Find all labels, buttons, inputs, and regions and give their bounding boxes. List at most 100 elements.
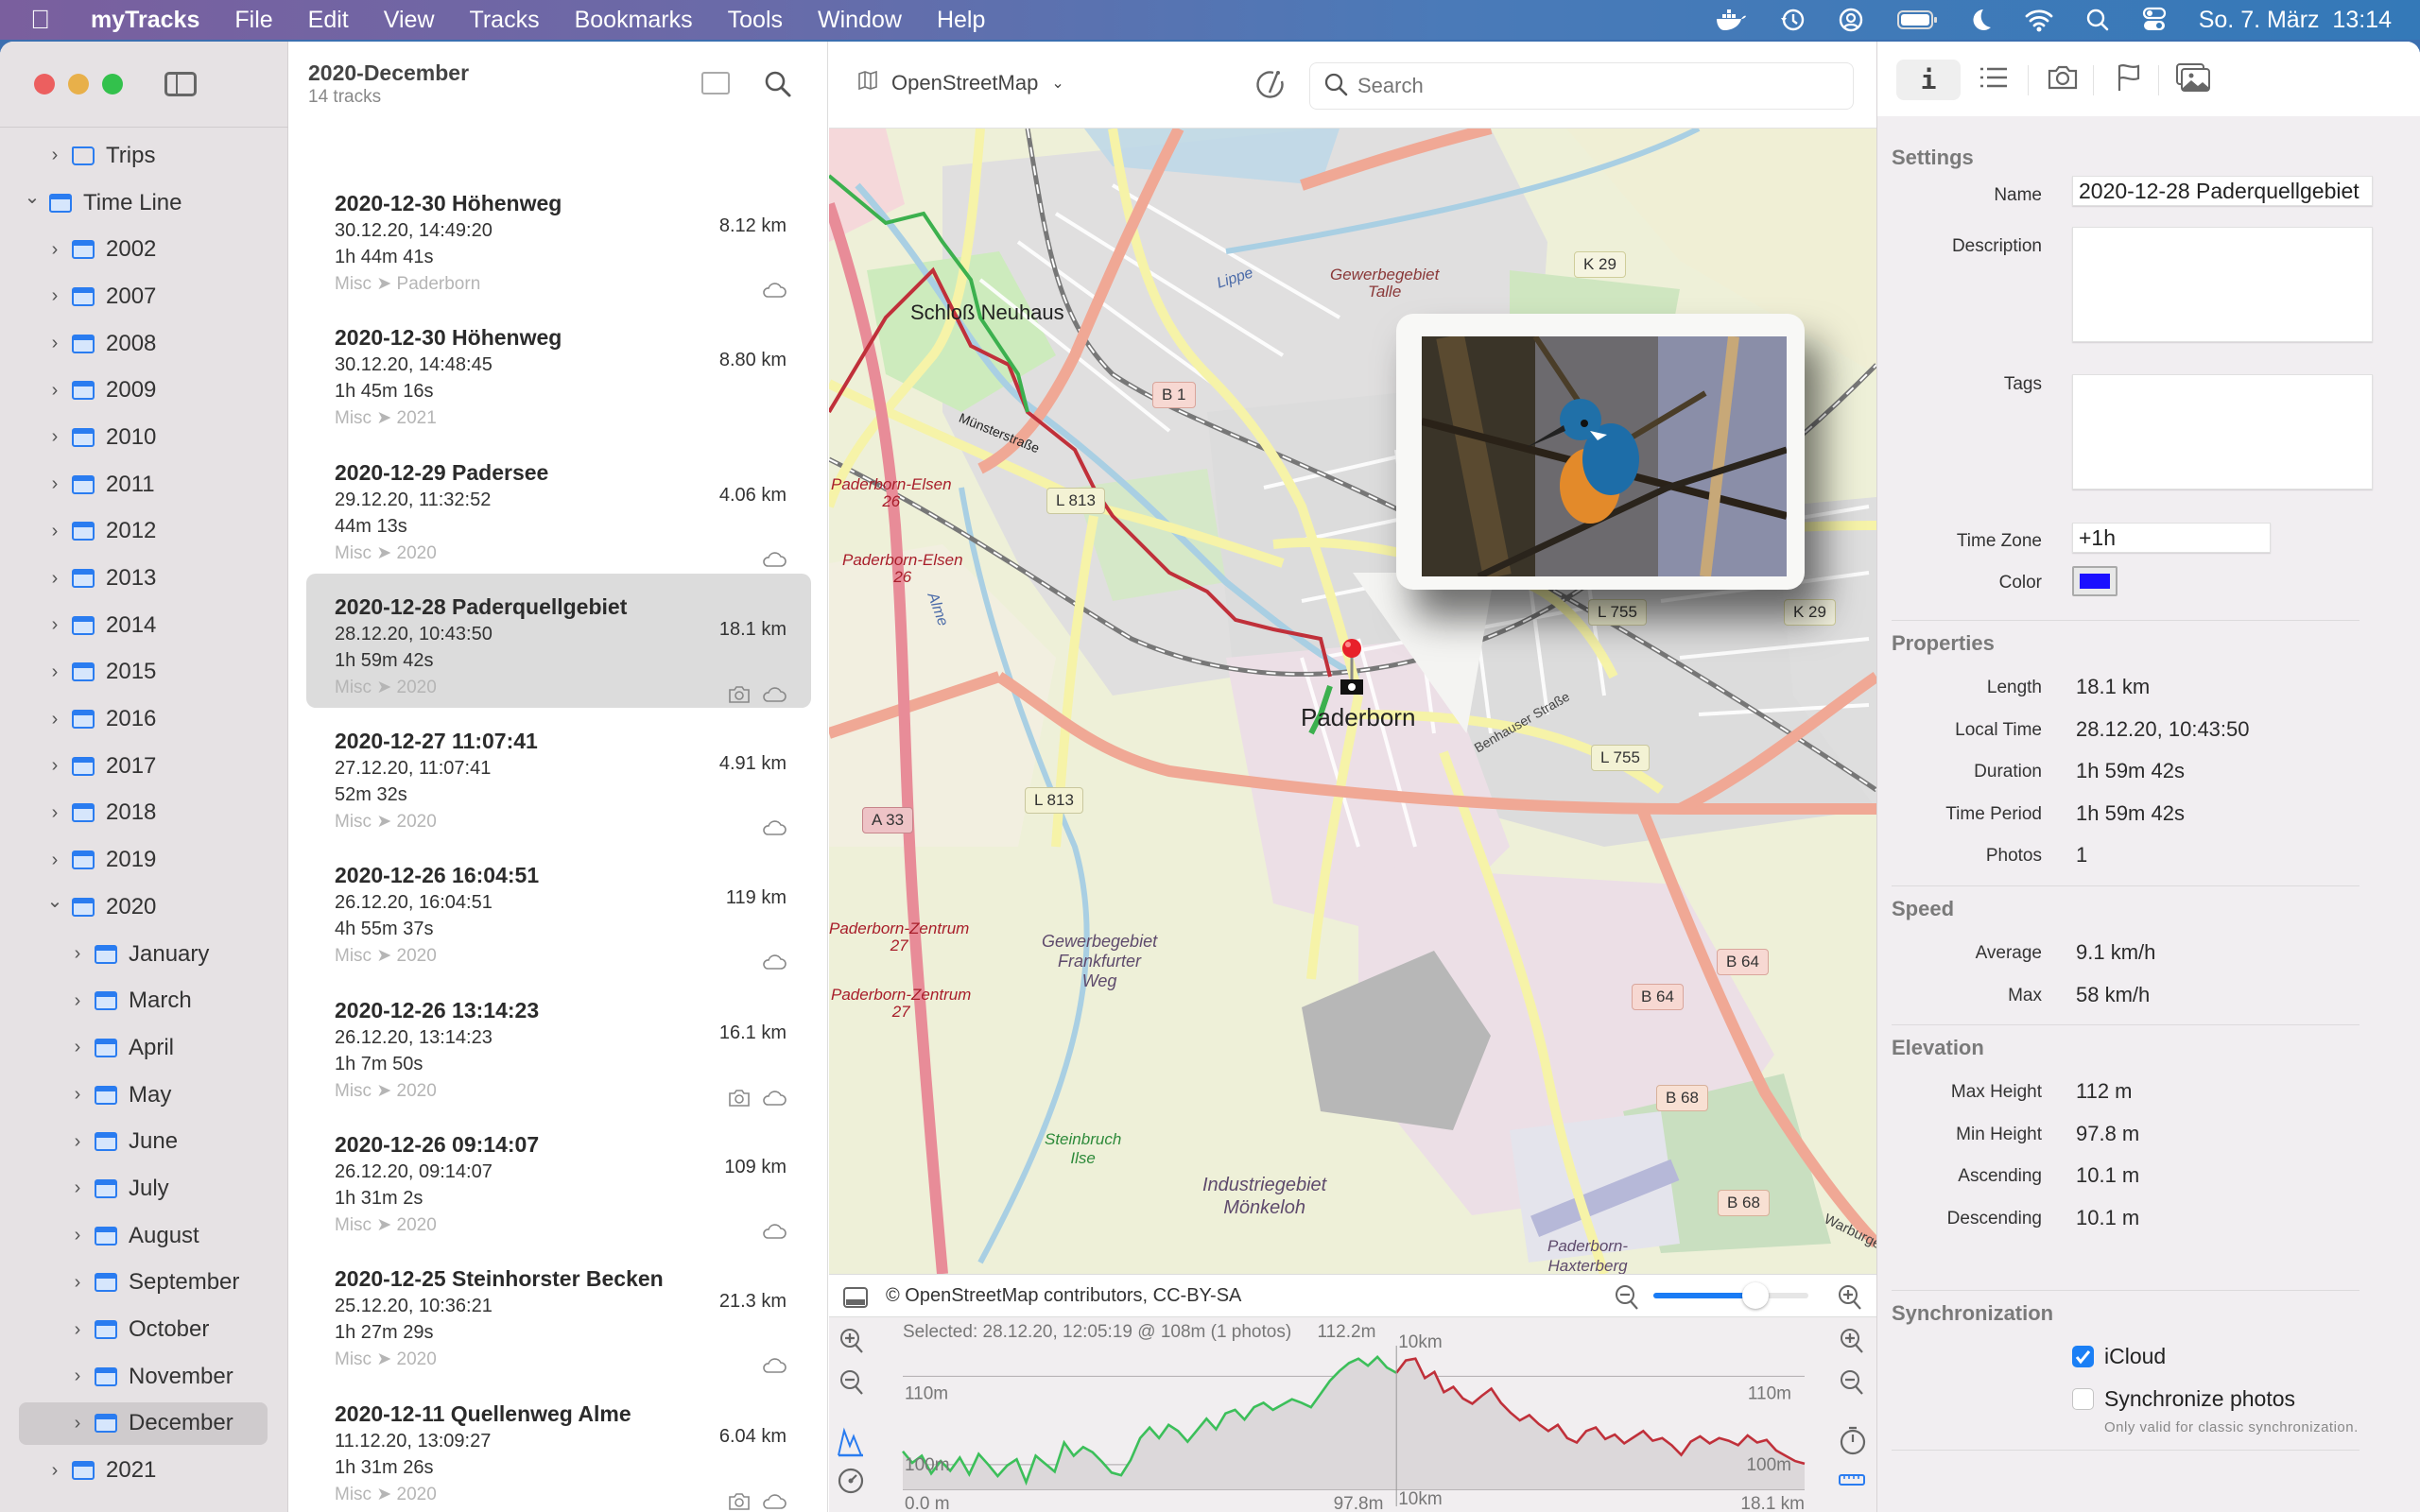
- map-view[interactable]: Schloß Neuhaus Paderborn Paderborn-Elsen…: [829, 129, 1876, 1274]
- track-list-item[interactable]: 2020-12-26 09:14:07 26.12.20, 09:14:07 1h …: [306, 1111, 811, 1246]
- control-center-icon[interactable]: [2142, 7, 2167, 33]
- track-list-item[interactable]: 2020-12-28 Paderquellgebiet 28.12.20, 10:…: [306, 573, 811, 709]
- color-well[interactable]: [2072, 566, 2118, 596]
- map-search-field[interactable]: [1309, 62, 1854, 110]
- photo-popup[interactable]: [1396, 314, 1805, 590]
- kingfisher-photo[interactable]: [1422, 336, 1787, 576]
- chevron-right-icon[interactable]: ›: [45, 850, 64, 871]
- zoom-in-icon[interactable]: [1837, 1283, 1863, 1316]
- chevron-right-icon[interactable]: ›: [45, 1460, 64, 1482]
- do-not-disturb-moon-icon[interactable]: [1970, 7, 1993, 33]
- sidebar-item-2007[interactable]: › 2007: [0, 273, 288, 320]
- sidebar-item-november[interactable]: › November: [0, 1353, 288, 1400]
- chevron-right-icon[interactable]: ›: [68, 1225, 87, 1246]
- sidebar-item-january[interactable]: › January: [0, 931, 288, 978]
- tab-waypoints[interactable]: [2097, 60, 2161, 100]
- chevron-right-icon[interactable]: ›: [68, 990, 87, 1012]
- chevron-right-icon[interactable]: ›: [45, 285, 64, 307]
- chevron-down-icon[interactable]: ⌄: [45, 889, 64, 913]
- chevron-right-icon[interactable]: ›: [45, 380, 64, 402]
- sidebar-item-july[interactable]: › July: [0, 1165, 288, 1212]
- apple-logo-icon[interactable]: : [30, 5, 66, 35]
- description-field[interactable]: [2072, 227, 2373, 342]
- folder-icon[interactable]: [701, 72, 730, 94]
- tab-list[interactable]: [1962, 60, 2026, 100]
- sidebar-item-trips[interactable]: › Trips: [0, 132, 288, 180]
- menu-window[interactable]: Window: [818, 7, 902, 34]
- sidebar-item-may[interactable]: › May: [0, 1072, 288, 1119]
- sidebar-item-december[interactable]: › December: [0, 1400, 288, 1448]
- menu-view[interactable]: View: [384, 7, 435, 34]
- chevron-right-icon[interactable]: ›: [68, 1084, 87, 1106]
- sidebar-item-2008[interactable]: › 2008: [0, 320, 288, 368]
- icloud-checkbox[interactable]: [2072, 1346, 2094, 1367]
- chevron-right-icon[interactable]: ›: [68, 1413, 87, 1435]
- menu-app[interactable]: myTracks: [91, 7, 199, 34]
- track-list-item[interactable]: 2020-12-11 Quellenweg Alme 11.12.20, 13:0…: [306, 1381, 811, 1512]
- name-field[interactable]: [2072, 176, 2373, 206]
- sidebar-item-2012[interactable]: › 2012: [0, 508, 288, 556]
- sidebar-item-2021[interactable]: › 2021: [0, 1447, 288, 1494]
- menu-clock[interactable]: So. 7. März 13:14: [2199, 7, 2392, 34]
- sidebar-item-2019[interactable]: › 2019: [0, 836, 288, 884]
- track-list-item[interactable]: 2020-12-30 Höhenweg 30.12.20, 14:49:20 1h …: [306, 170, 811, 304]
- search-icon[interactable]: [764, 70, 792, 103]
- tab-info[interactable]: i: [1896, 60, 1961, 100]
- menu-tracks[interactable]: Tracks: [470, 7, 540, 34]
- chevron-right-icon[interactable]: ›: [45, 755, 64, 777]
- chevron-right-icon[interactable]: ›: [45, 614, 64, 636]
- sidebar-item-april[interactable]: › April: [0, 1024, 288, 1072]
- battery-icon[interactable]: [1896, 9, 1938, 31]
- chevron-right-icon[interactable]: ›: [45, 662, 64, 683]
- sidebar-item-june[interactable]: › June: [0, 1118, 288, 1165]
- sidebar-item-2017[interactable]: › 2017: [0, 743, 288, 790]
- close-window-button[interactable]: [34, 74, 55, 94]
- track-list-item[interactable]: 2020-12-29 Padersee 29.12.20, 11:32:52 44m…: [306, 439, 811, 574]
- toggle-elevation-icon[interactable]: [842, 1286, 869, 1314]
- chevron-right-icon[interactable]: ›: [45, 709, 64, 730]
- sidebar-item-october[interactable]: › October: [0, 1306, 288, 1353]
- tab-gallery[interactable]: [2161, 60, 2225, 100]
- sidebar-item-2002[interactable]: › 2002: [0, 226, 288, 273]
- sidebar-item-2015[interactable]: › 2015: [0, 649, 288, 696]
- chevron-right-icon[interactable]: ›: [68, 1037, 87, 1058]
- docker-icon[interactable]: [1715, 8, 1747, 32]
- zoom-out-icon[interactable]: [1614, 1283, 1640, 1316]
- chevron-right-icon[interactable]: ›: [68, 1131, 87, 1153]
- sidebar-item-2014[interactable]: › 2014: [0, 602, 288, 649]
- timezone-field[interactable]: [2072, 523, 2271, 553]
- sync-photos-checkbox[interactable]: [2072, 1388, 2094, 1410]
- sidebar-item-2013[interactable]: › 2013: [0, 555, 288, 602]
- map-search-input[interactable]: [1357, 74, 1830, 98]
- map-zoom-slider[interactable]: [1653, 1282, 1808, 1309]
- minimize-window-button[interactable]: [68, 74, 89, 94]
- chevron-right-icon[interactable]: ›: [45, 426, 64, 448]
- sidebar-item-2009[interactable]: › 2009: [0, 367, 288, 414]
- sidebar-item-2016[interactable]: › 2016: [0, 696, 288, 743]
- track-list-item[interactable]: 2020-12-27 11:07:41 27.12.20, 11:07:41 52m…: [306, 708, 811, 842]
- sidebar-item-time-line[interactable]: ⌄ Time Line: [0, 180, 288, 227]
- chevron-right-icon[interactable]: ›: [45, 568, 64, 590]
- chevron-right-icon[interactable]: ›: [45, 333, 64, 354]
- chevron-right-icon[interactable]: ›: [45, 239, 64, 261]
- zoom-window-button[interactable]: [102, 74, 123, 94]
- chevron-right-icon[interactable]: ›: [45, 473, 64, 495]
- menu-edit[interactable]: Edit: [308, 7, 349, 34]
- menu-bookmarks[interactable]: Bookmarks: [575, 7, 693, 34]
- track-edit-icon[interactable]: [1253, 68, 1287, 107]
- menu-help[interactable]: Help: [937, 7, 985, 34]
- sidebar-item-2018[interactable]: › 2018: [0, 790, 288, 837]
- elevation-chart[interactable]: 110m 110m 100m 100m 10km 10km 0.0 m 97.8…: [829, 1317, 1876, 1512]
- chevron-right-icon[interactable]: ›: [45, 521, 64, 542]
- track-list-item[interactable]: 2020-12-26 13:14:23 26.12.20, 13:14:23 1h …: [306, 977, 811, 1111]
- track-list-item[interactable]: 2020-12-26 16:04:51 26.12.20, 16:04:51 4h …: [306, 842, 811, 976]
- sidebar-item-march[interactable]: › March: [0, 977, 288, 1024]
- menu-file[interactable]: File: [234, 7, 272, 34]
- sidebar-toggle-icon[interactable]: [164, 72, 197, 96]
- track-list-item[interactable]: 2020-12-30 Höhenweg 30.12.20, 14:48:45 1h …: [306, 304, 811, 438]
- wifi-icon[interactable]: [2025, 8, 2053, 32]
- zoom-slider-thumb[interactable]: [1742, 1282, 1770, 1309]
- chevron-right-icon[interactable]: ›: [45, 145, 64, 166]
- chevron-right-icon[interactable]: ›: [68, 1366, 87, 1387]
- user-account-icon[interactable]: [1838, 7, 1864, 33]
